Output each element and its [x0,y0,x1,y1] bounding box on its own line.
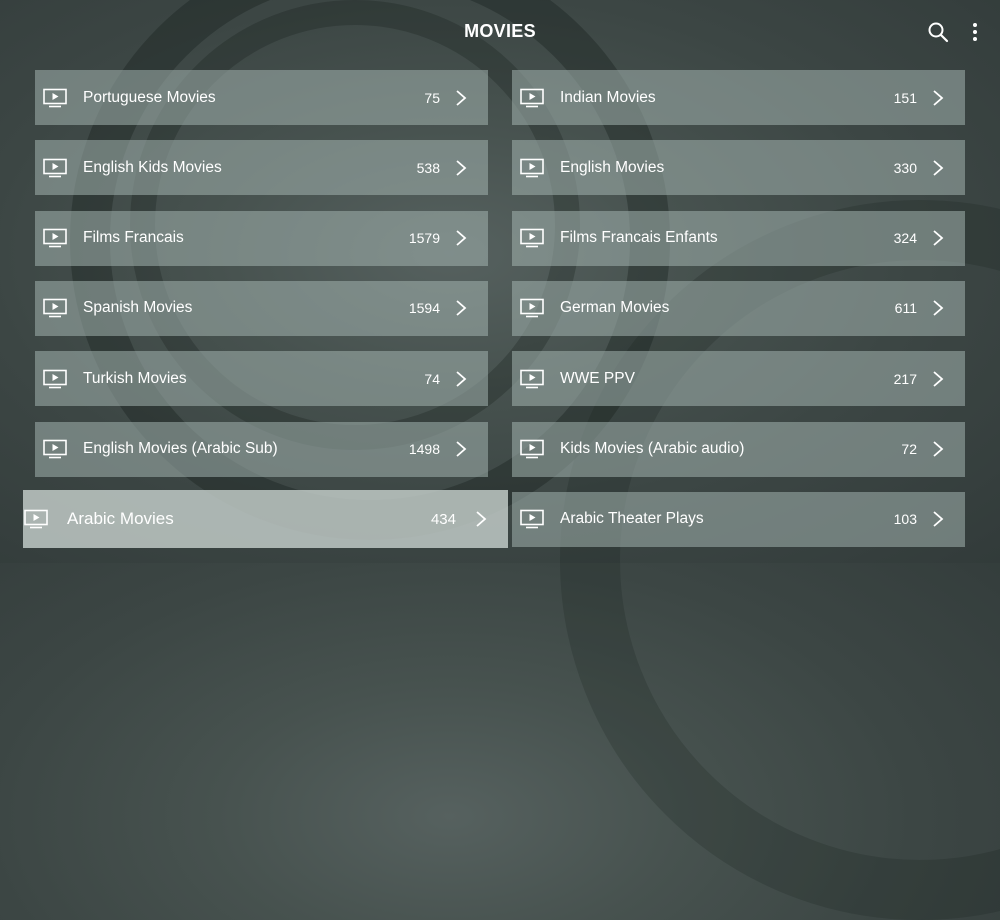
chevron-right-icon [931,510,945,528]
category-label: Kids Movies (Arabic audio) [560,440,745,457]
category-item[interactable]: WWE PPV 217 [512,351,965,407]
category-item[interactable]: Films Francais 1579 [35,210,488,266]
tv-play-icon [23,509,49,529]
category-count: 151 [893,89,917,106]
chevron-right-icon [931,440,945,458]
category-label: German Movies [560,299,670,317]
category-item[interactable]: Films Francais Enfants 324 [512,210,965,266]
category-count: 434 [430,510,456,528]
category-count: 72 [901,441,917,457]
chevron-right-icon [454,89,468,107]
category-count: 1498 [408,441,440,457]
chevron-right-icon [931,229,945,247]
tv-play-icon [43,228,67,248]
category-item[interactable]: German Movies 611 [512,280,965,336]
tv-play-icon [43,369,67,389]
category-count: 1579 [408,230,440,247]
category-label: English Movies [560,158,665,176]
tv-play-icon [520,509,544,529]
category-label: Films Francais Enfants [560,229,718,247]
tv-play-icon [43,158,67,178]
more-vertical-icon [973,23,977,41]
category-item[interactable]: Arabic Movies 434 [23,490,508,549]
category-label: English Kids Movies [83,158,222,176]
chevron-right-icon [454,440,468,458]
category-item[interactable]: Arabic Theater Plays 103 [512,491,965,547]
category-item[interactable]: English Kids Movies 538 [35,140,488,196]
category-count: 1594 [408,300,440,317]
tv-play-icon [520,298,544,318]
category-label: Spanish Movies [83,299,193,317]
category-count: 75 [424,89,440,106]
category-item[interactable]: Portuguese Movies 75 [35,70,488,125]
category-label: Portuguese Movies [83,88,216,106]
tv-play-icon [43,439,67,459]
page-title: MOVIES [464,21,536,41]
chevron-right-icon [931,299,945,317]
chevron-right-icon [454,370,468,388]
category-item[interactable]: Spanish Movies 1594 [35,280,488,336]
category-label: WWE PPV [560,369,635,387]
category-count: 330 [893,159,917,176]
category-label: Turkish Movies [83,369,187,387]
tv-play-icon [520,439,544,459]
chevron-right-icon [454,159,468,177]
category-item[interactable]: English Movies 330 [512,140,965,196]
tv-play-icon [520,228,544,248]
category-count: 217 [893,370,917,387]
tv-play-icon [520,88,544,108]
chevron-right-icon [454,299,468,317]
category-count: 324 [893,230,917,247]
category-label: Arabic Theater Plays [560,510,704,528]
category-count: 74 [424,370,440,387]
more-options-button[interactable] [963,20,987,44]
tv-play-icon [43,88,67,108]
chevron-right-icon [931,159,945,177]
category-item[interactable]: Turkish Movies 74 [35,351,488,407]
category-label: Films Francais [83,229,184,247]
category-count: 103 [893,511,917,528]
tv-play-icon [520,158,544,178]
search-icon [928,22,949,43]
search-button[interactable] [926,20,950,44]
category-count: 538 [416,159,440,176]
tv-play-icon [43,298,67,318]
chevron-right-icon [454,229,468,247]
category-label: Indian Movies [560,88,656,106]
chevron-right-icon [474,510,488,528]
category-label: English Movies (Arabic Sub) [83,440,278,457]
category-item[interactable]: English Movies (Arabic Sub) 1498 [35,421,488,477]
tv-play-icon [520,369,544,389]
category-count: 611 [894,300,917,317]
header: MOVIES [0,0,1000,62]
category-label: Arabic Movies [67,509,174,529]
chevron-right-icon [931,89,945,107]
chevron-right-icon [931,370,945,388]
category-item[interactable]: Indian Movies 151 [512,70,965,125]
category-item[interactable]: Kids Movies (Arabic audio) 72 [512,421,965,477]
